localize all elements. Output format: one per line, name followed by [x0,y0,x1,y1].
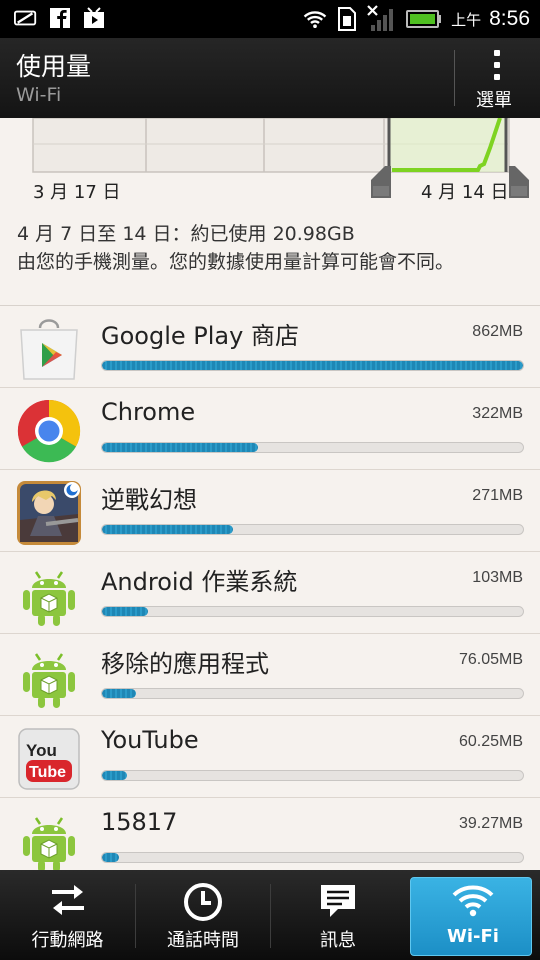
action-bar-divider [454,50,455,106]
app-usage-list[interactable]: Google Play 商店 862MB Chrome 322MB 逆戰幻想 2… [0,306,540,870]
chrome-icon [16,398,82,464]
tab-call-time[interactable]: 通話時間 [136,870,270,960]
app-name: Google Play 商店 [101,322,299,350]
tab-label: 通話時間 [167,930,239,951]
usage-summary: 4 月 7 日至 14 日：約已使用 20.98GB 由您的手機測量。您的數據使… [17,220,454,276]
tab-label: 訊息 [320,930,356,951]
android-icon [16,562,82,628]
app-name: YouTube [101,726,199,754]
bottom-tab-bar: 行動網路 通話時間 訊息 Wi-Fi [0,870,540,960]
tab-wifi[interactable]: Wi-Fi [406,870,540,960]
wifi-icon [451,882,495,922]
google-play-store-icon [16,316,82,382]
usage-bar-fill [102,607,149,616]
app-usage-size: 39.27MB [458,815,523,832]
action-bar: 使用量 Wi-Fi 選單 [0,38,540,118]
tab-mobile-network[interactable]: 行動網路 [0,870,135,960]
usage-bar [101,524,524,535]
usage-bar-fill [102,689,136,698]
usage-bar [101,360,524,371]
menu-label: 選單 [476,90,512,111]
usage-bar-fill [102,361,523,370]
tab-label: Wi-Fi [447,926,499,947]
usage-summary-line2: 由您的手機測量。您的數據使用量計算可能會不同。 [17,251,455,273]
youtube-icon [82,7,106,29]
app-name: 15817 [101,808,178,836]
usage-bar [101,770,524,781]
svg-text:Tube: Tube [29,764,66,781]
app-name: Chrome [101,398,196,426]
usage-bar-fill [102,853,119,862]
list-item[interactable]: Chrome 322MB [0,388,540,470]
usage-bar [101,442,524,453]
menu-button[interactable]: 選單 [470,46,528,112]
status-bar: 上午 8:56 [0,0,540,38]
usage-bar [101,688,524,699]
list-item[interactable]: Google Play 商店 862MB [0,306,540,388]
clock-icon [183,882,223,926]
usage-bar [101,852,524,863]
page-subtitle: Wi-Fi [16,84,62,106]
battery-icon [405,8,443,30]
tab-messages[interactable]: 訊息 [271,870,405,960]
svg-text:You: You [26,741,57,760]
tab-label: 行動網路 [31,930,104,951]
status-ampm: 上午 [451,10,482,29]
overflow-menu-icon [494,50,500,80]
usage-summary-line1: 4 月 7 日至 14 日：約已使用 20.98GB [17,223,355,245]
usage-bar [101,606,524,617]
message-icon [318,882,358,926]
app-usage-size: 60.25MB [458,733,523,750]
app-name: 移除的應用程式 [101,650,269,678]
app-usage-size: 322MB [472,405,523,422]
wifi-icon [303,8,327,30]
android-icon [16,808,82,870]
usage-bar-fill [102,443,258,452]
page-title: 使用量 [16,52,92,81]
app-name: Android 作業系統 [101,568,298,596]
android-icon [16,644,82,710]
chart-start-date: 3 月 17 日 [33,182,121,203]
list-item[interactable]: You Tube YouTube 60.25MB [0,716,540,798]
game-icon [16,480,82,546]
mobile-data-arrows-icon [48,882,88,922]
status-time: 8:56 [489,7,530,30]
no-signal-icon [367,5,397,31]
list-item[interactable]: 移除的應用程式 76.05MB [0,634,540,716]
usage-chart[interactable]: 3 月 17 日 4 月 14 日 [0,118,540,210]
list-item[interactable]: 逆戰幻想 271MB [0,470,540,552]
signal-off-icon [14,7,38,29]
app-usage-size: 103MB [472,569,523,586]
youtube-app-icon: You Tube [16,726,82,792]
usage-bar-fill [102,525,233,534]
app-usage-size: 862MB [472,323,523,340]
app-name: 逆戰幻想 [101,486,197,514]
usage-bar-fill [102,771,128,780]
sim-icon [335,7,359,31]
list-item[interactable]: 15817 39.27MB [0,798,540,870]
app-usage-size: 271MB [472,487,523,504]
chart-end-date: 4 月 14 日 [421,182,509,203]
app-usage-size: 76.05MB [458,651,523,668]
facebook-icon [48,7,72,29]
list-item[interactable]: Android 作業系統 103MB [0,552,540,634]
